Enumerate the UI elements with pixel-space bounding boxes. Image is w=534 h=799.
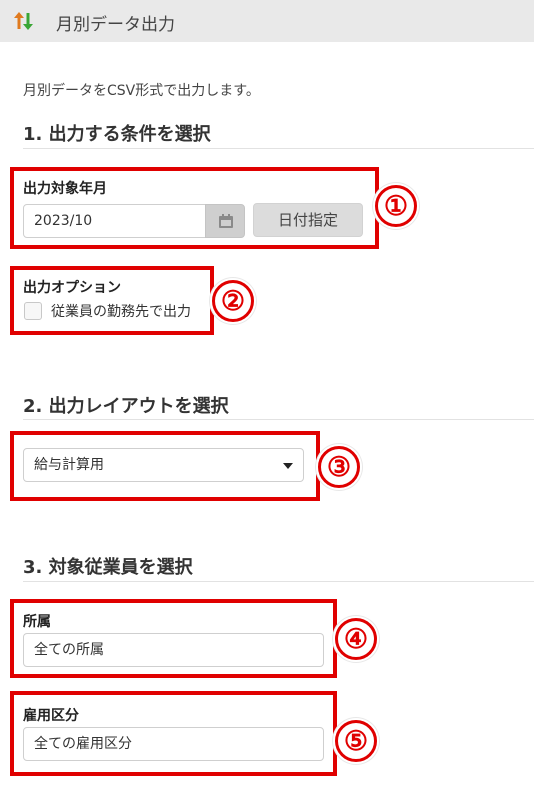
section-heading-layout: 2. 出力レイアウトを選択	[23, 396, 229, 417]
annotation-badge-2: ②	[212, 280, 254, 322]
annotation-badge-5: ⑤	[335, 720, 377, 762]
highlight-box-4	[10, 599, 337, 678]
annotation-badge-4: ④	[335, 618, 377, 660]
section-heading-employees: 3. 対象従業員を選択	[23, 557, 193, 578]
highlight-box-5	[10, 691, 337, 776]
annotation-badge-1: ①	[375, 185, 417, 227]
section-heading-conditions: 1. 出力する条件を選択	[23, 124, 211, 145]
highlight-box-1	[10, 167, 379, 249]
page-title: 月別データ出力	[56, 15, 175, 35]
title-bar: 月別データ出力	[0, 0, 534, 42]
highlight-box-2	[10, 266, 214, 335]
section-divider	[23, 581, 534, 582]
section-divider	[23, 419, 534, 420]
sort-arrows-icon	[12, 10, 36, 32]
highlight-box-3	[10, 431, 320, 501]
annotation-badge-3: ③	[318, 446, 360, 488]
section-divider	[23, 148, 534, 149]
page-description: 月別データをCSV形式で出力します。	[23, 83, 260, 99]
